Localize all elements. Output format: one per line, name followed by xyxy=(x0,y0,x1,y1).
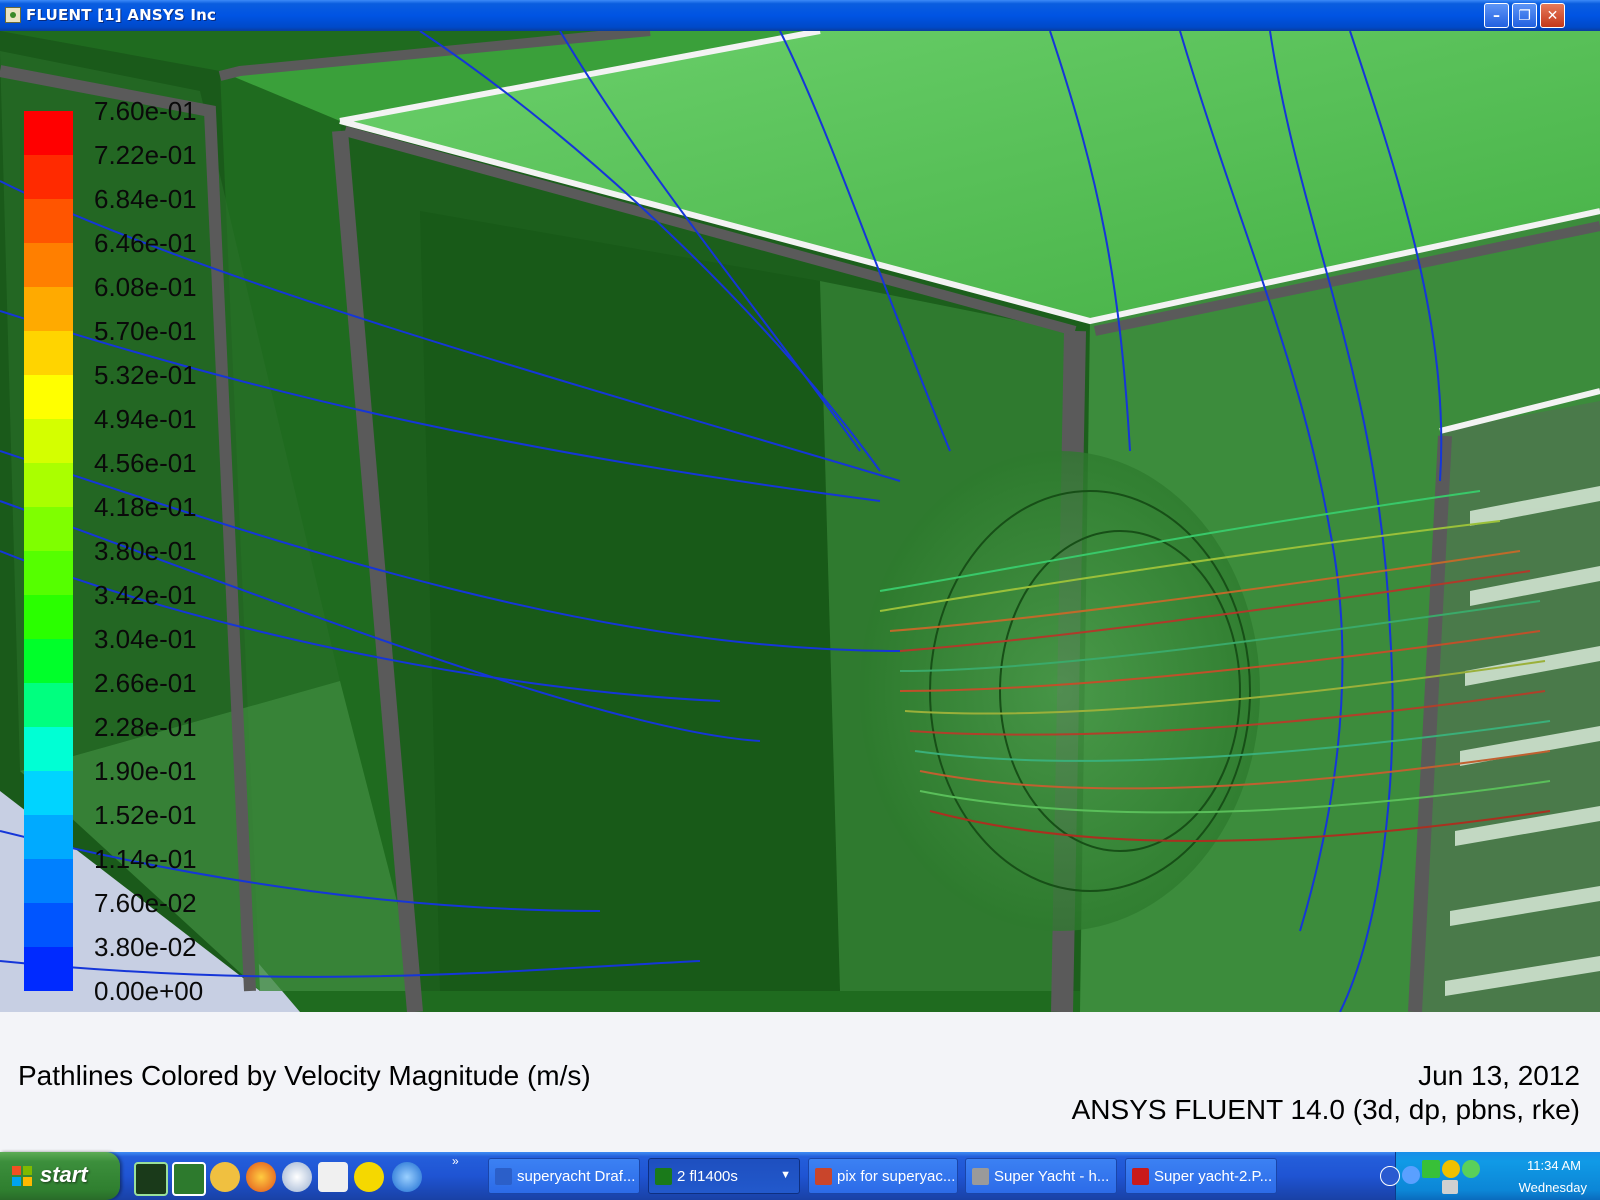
cfd-render xyxy=(0,31,1600,1012)
autocad-icon[interactable] xyxy=(354,1162,384,1192)
monitor-icon[interactable] xyxy=(1442,1180,1458,1194)
colormap-label: 6.84e-01 xyxy=(94,184,197,214)
taskbar-button[interactable]: Super yacht-2.P... xyxy=(1125,1158,1277,1194)
colormap-label: 3.42e-01 xyxy=(94,580,197,610)
colormap-swatch xyxy=(24,771,73,815)
firefox-icon[interactable] xyxy=(246,1162,276,1192)
outlook-express-icon[interactable] xyxy=(282,1162,312,1192)
folder-quicklaunch-icon[interactable] xyxy=(210,1162,240,1192)
system-tray: 11:34 AM Wednesday xyxy=(1380,1152,1600,1200)
colormap-label: 2.66e-01 xyxy=(94,668,197,698)
caption-version: ANSYS FLUENT 14.0 (3d, dp, pbns, rke) xyxy=(1071,1094,1580,1125)
internet-explorer-icon[interactable] xyxy=(392,1162,422,1192)
colormap-label: 3.80e-02 xyxy=(94,932,197,962)
clock-day[interactable]: Wednesday xyxy=(1519,1180,1587,1195)
taskbar-button[interactable]: Super Yacht - h... xyxy=(965,1158,1117,1194)
colormap-label: 4.56e-01 xyxy=(94,448,197,478)
colormap-label: 0.00e+00 xyxy=(94,976,204,1006)
fluent-icon xyxy=(655,1168,672,1185)
windows-logo-icon xyxy=(12,1166,32,1186)
colormap-swatch xyxy=(24,639,73,683)
colormap-swatch xyxy=(24,859,73,903)
colormap-swatch xyxy=(24,903,73,947)
taskbar-button-label: Super yacht-2.P... xyxy=(1154,1168,1273,1185)
colormap-swatch xyxy=(24,683,73,727)
colormap-label: 6.46e-01 xyxy=(94,228,197,258)
colormap-swatch xyxy=(24,111,73,155)
taskbar: start » superyacht Draf... 2 fl1400s ▼ pix … xyxy=(0,1152,1600,1200)
clock-time[interactable]: 11:34 AM xyxy=(1527,1158,1581,1173)
graphics-viewport[interactable]: 7.60e-01 7.22e-01 6.84e-01 6.46e-01 6.08e-01… xyxy=(0,31,1600,1012)
colormap-label: 3.80e-01 xyxy=(94,536,197,566)
fluent-app-icon[interactable] xyxy=(5,7,21,23)
plot-caption: Pathlines Colored by Velocity Magnitude … xyxy=(0,1012,1600,1152)
colormap-label: 1.90e-01 xyxy=(94,756,197,786)
start-button[interactable]: start xyxy=(0,1152,120,1200)
colormap-swatch xyxy=(24,727,73,771)
colormap-swatch xyxy=(24,595,73,639)
colormap-label: 1.52e-01 xyxy=(94,800,197,830)
window-title: FLUENT [1] ANSYS Inc xyxy=(26,6,217,24)
colormap-swatch xyxy=(24,815,73,859)
start-label: start xyxy=(40,1162,88,1187)
colormap-swatch xyxy=(24,287,73,331)
browser-icon xyxy=(972,1168,989,1185)
network-signal-icon[interactable] xyxy=(1422,1160,1440,1178)
security-shield-icon[interactable] xyxy=(1442,1160,1460,1178)
colormap-label: 5.32e-01 xyxy=(94,360,197,390)
colormap-swatch xyxy=(24,375,73,419)
colormap-label: 3.04e-01 xyxy=(94,624,197,654)
close-button[interactable]: ✕ xyxy=(1540,3,1565,28)
colormap-label: 7.60e-01 xyxy=(94,96,197,126)
colormap-label: 4.94e-01 xyxy=(94,404,197,434)
colormap-swatch xyxy=(24,463,73,507)
caption-date: Jun 13, 2012 xyxy=(1418,1060,1580,1091)
fluent-quicklaunch-icon[interactable] xyxy=(134,1162,168,1196)
colormap-swatch xyxy=(24,155,73,199)
colormap-swatch xyxy=(24,551,73,595)
gambit-quicklaunch-icon[interactable] xyxy=(172,1162,206,1196)
colormap-label: 7.60e-02 xyxy=(94,888,197,918)
quicklaunch-overflow-icon[interactable]: » xyxy=(452,1154,459,1168)
desktop-shortcut-icon[interactable] xyxy=(318,1162,348,1192)
image-folder-icon xyxy=(815,1168,832,1185)
taskbar-button-label: pix for superyac... xyxy=(837,1168,956,1185)
colormap-swatch xyxy=(24,199,73,243)
word-icon xyxy=(495,1168,512,1185)
colormap-swatch xyxy=(24,419,73,463)
colormap-label: 6.08e-01 xyxy=(94,272,197,302)
colormap-label: 5.70e-01 xyxy=(94,316,197,346)
colormap-label: 7.22e-01 xyxy=(94,140,197,170)
minimize-button[interactable]: – xyxy=(1484,3,1509,28)
tray-arrow-icon[interactable] xyxy=(1402,1166,1420,1184)
colormap-label: 4.18e-01 xyxy=(94,492,197,522)
taskbar-button-label: Super Yacht - h... xyxy=(994,1168,1110,1185)
group-dropdown-icon[interactable]: ▼ xyxy=(780,1169,791,1181)
taskbar-button[interactable]: 2 fl1400s ▼ xyxy=(648,1158,800,1194)
pdf-icon xyxy=(1132,1168,1149,1185)
colormap-swatch xyxy=(24,243,73,287)
checkmark-icon[interactable] xyxy=(1462,1160,1480,1178)
taskbar-button[interactable]: pix for superyac... xyxy=(808,1158,958,1194)
colormap-label: 2.28e-01 xyxy=(94,712,197,742)
colormap-swatch xyxy=(24,507,73,551)
colormap-swatch xyxy=(24,947,73,991)
window-titlebar[interactable]: FLUENT [1] ANSYS Inc – ❐ ✕ xyxy=(0,0,1600,31)
taskbar-button[interactable]: superyacht Draf... xyxy=(488,1158,640,1194)
taskbar-button-label: superyacht Draf... xyxy=(517,1168,636,1185)
caption-description: Pathlines Colored by Velocity Magnitude … xyxy=(18,1060,591,1091)
colormap-swatch xyxy=(24,331,73,375)
colormap-label: 1.14e-01 xyxy=(94,844,197,874)
maximize-button[interactable]: ❐ xyxy=(1512,3,1537,28)
help-icon[interactable] xyxy=(1380,1166,1400,1186)
taskbar-button-label: 2 fl1400s xyxy=(677,1168,738,1185)
